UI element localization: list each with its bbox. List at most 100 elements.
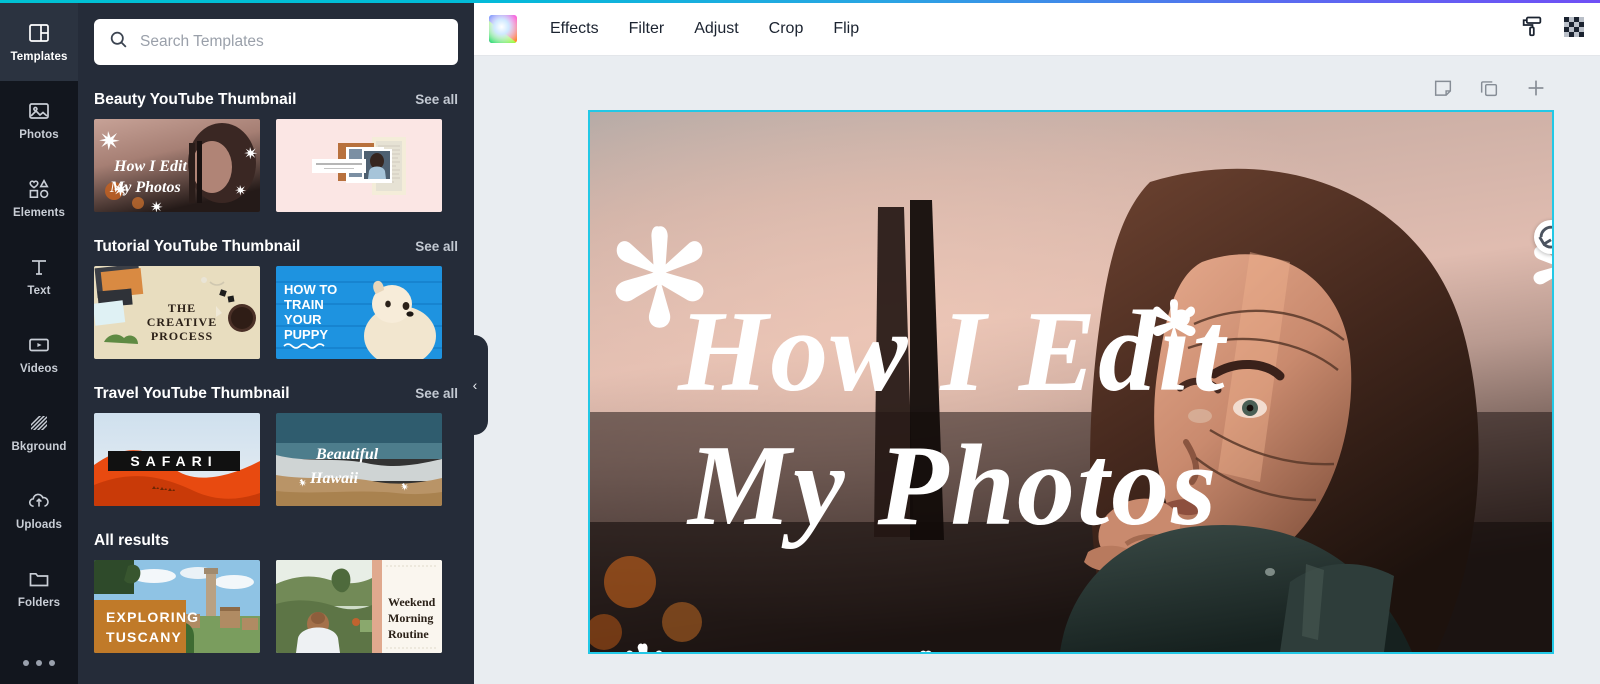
dot — [49, 660, 55, 666]
app-gradient-icon[interactable] — [489, 15, 517, 43]
paint-roller-icon[interactable] — [1519, 14, 1544, 44]
background-icon — [26, 411, 52, 435]
photos-icon — [26, 99, 52, 123]
svg-text:My Photos: My Photos — [109, 179, 181, 196]
svg-text:YOUR: YOUR — [284, 312, 322, 327]
dot — [36, 660, 42, 666]
svg-text:Weekend: Weekend — [388, 595, 436, 609]
svg-text:SAFARI: SAFARI — [130, 453, 217, 469]
sidebar-item-label: Templates — [10, 51, 68, 63]
section-title: Travel YouTube Thumbnail — [94, 385, 290, 402]
template-card-how-to-train-your-puppy[interactable]: HOW TO TRAIN YOUR PUPPY — [276, 266, 442, 359]
svg-text:Hawaii: Hawaii — [309, 470, 359, 487]
add-page-icon[interactable] — [1524, 76, 1548, 105]
template-card-weekend-morning-routine[interactable]: Weekend Morning Routine — [276, 560, 442, 653]
tab-filter[interactable]: Filter — [614, 13, 680, 45]
rotate-handle[interactable] — [1534, 220, 1552, 254]
text-icon — [26, 255, 52, 279]
notes-icon[interactable] — [1432, 77, 1454, 104]
tab-flip[interactable]: Flip — [818, 13, 874, 45]
template-card-the-creative-process[interactable]: THE CREATIVE PROCESS — [94, 266, 260, 359]
top-accent-bar — [0, 0, 1600, 3]
section-header: Travel YouTube Thumbnail See all — [94, 385, 458, 403]
svg-text:EXPLORING: EXPLORING — [106, 609, 199, 625]
section-header: Beauty YouTube Thumbnail See all — [94, 91, 458, 109]
tab-adjust[interactable]: Adjust — [679, 13, 753, 45]
canva-photo-editor: Templates Photos Elements Text Videos Bk… — [0, 0, 1600, 684]
thumbnail-row: THE CREATIVE PROCESS HOW TO TRAIN YOUR P… — [94, 266, 458, 359]
template-card-how-i-edit-my-photos[interactable]: How I Edit My Photos — [94, 119, 260, 212]
page-tools — [1432, 76, 1548, 105]
sidebar-item-label: Videos — [19, 363, 59, 375]
template-card-exploring-tuscany[interactable]: EXPLORING TUSCANY — [94, 560, 260, 653]
section-travel: Travel YouTube Thumbnail See all SAFARI — [78, 385, 474, 506]
sidebar-item-background[interactable]: Bkground — [0, 393, 78, 471]
tab-crop[interactable]: Crop — [754, 13, 819, 45]
sidebar-item-elements[interactable]: Elements — [0, 159, 78, 237]
template-card-safari-desert[interactable]: SAFARI — [94, 413, 260, 506]
search-input[interactable] — [140, 33, 444, 51]
tab-effects[interactable]: Effects — [535, 13, 614, 45]
sidebar-item-text[interactable]: Text — [0, 237, 78, 315]
template-card-collage-pink-moodboard[interactable] — [276, 119, 442, 212]
sidebar-item-photos[interactable]: Photos — [0, 81, 78, 159]
videos-icon — [26, 333, 52, 357]
svg-text:PUPPY: PUPPY — [284, 327, 328, 342]
canvas-area: How I Edit My Photos — [474, 56, 1600, 684]
svg-text:TUSCANY: TUSCANY — [106, 629, 182, 645]
sidebar-item-label: Elements — [13, 207, 65, 219]
section-tutorial: Tutorial YouTube Thumbnail See all THE C… — [78, 238, 474, 359]
sidebar-item-folders[interactable]: Folders — [0, 549, 78, 627]
duplicate-page-icon[interactable] — [1478, 77, 1500, 104]
chevron-left-icon: ‹ — [472, 377, 478, 393]
sidebar-item-label: Folders — [17, 597, 61, 609]
templates-panel: Beauty YouTube Thumbnail See all — [78, 3, 474, 684]
toolbar-right-actions — [1519, 14, 1600, 44]
see-all-link[interactable]: See all — [415, 386, 458, 401]
section-title: All results — [94, 532, 169, 549]
section-header: All results — [94, 532, 458, 550]
thumbnail-row: SAFARI Beautiful Hawaii — [94, 413, 458, 506]
section-title: Tutorial YouTube Thumbnail — [94, 238, 301, 255]
sidebar-item-label: Photos — [19, 129, 59, 141]
section-all-results: All results EXPLORING TUSCANY Weekend Mo… — [78, 532, 474, 653]
sidebar-item-templates[interactable]: Templates — [0, 3, 78, 81]
uploads-icon — [26, 489, 52, 513]
thumbnail-row: How I Edit My Photos — [94, 119, 458, 212]
search-area — [78, 3, 474, 65]
see-all-link[interactable]: See all — [415, 92, 458, 107]
section-beauty: Beauty YouTube Thumbnail See all How I E… — [78, 91, 474, 212]
left-icon-rail: Templates Photos Elements Text Videos Bk… — [0, 3, 78, 684]
svg-text:THE: THE — [168, 301, 196, 315]
svg-text:How I Edit: How I Edit — [113, 158, 187, 175]
svg-text:Routine: Routine — [388, 627, 429, 641]
sidebar-item-videos[interactable]: Videos — [0, 315, 78, 393]
see-all-link[interactable]: See all — [415, 239, 458, 254]
folders-icon — [26, 567, 52, 591]
templates-icon — [26, 21, 52, 45]
section-header: Tutorial YouTube Thumbnail See all — [94, 238, 458, 256]
thumbnail-row: EXPLORING TUSCANY Weekend Morning Routin… — [94, 560, 458, 653]
svg-text:How I Edit: How I Edit — [677, 288, 1228, 416]
sidebar-item-uploads[interactable]: Uploads — [0, 471, 78, 549]
svg-text:CREATIVE: CREATIVE — [147, 315, 217, 329]
dot — [23, 660, 29, 666]
svg-text:Morning: Morning — [388, 611, 433, 625]
editor-toolbar: Effects Filter Adjust Crop Flip — [474, 3, 1600, 56]
svg-text:PROCESS: PROCESS — [151, 329, 213, 343]
svg-text:Beautiful: Beautiful — [315, 446, 379, 463]
toolbar-menu: Effects Filter Adjust Crop Flip — [535, 13, 874, 45]
sidebar-more-button[interactable] — [0, 660, 78, 666]
collapse-panel-handle[interactable]: ‹ — [462, 335, 488, 435]
elements-icon — [26, 177, 52, 201]
design-canvas[interactable]: How I Edit My Photos — [588, 110, 1554, 654]
svg-text:TRAIN: TRAIN — [284, 297, 324, 312]
template-card-beautiful-hawaii[interactable]: Beautiful Hawaii — [276, 413, 442, 506]
search-box[interactable] — [94, 19, 458, 65]
sidebar-item-label: Uploads — [15, 519, 63, 531]
search-icon — [108, 29, 129, 55]
sidebar-item-label: Text — [27, 285, 51, 297]
section-title: Beauty YouTube Thumbnail — [94, 91, 297, 108]
svg-text:HOW TO: HOW TO — [284, 282, 337, 297]
transparency-grid-icon[interactable] — [1562, 15, 1586, 44]
